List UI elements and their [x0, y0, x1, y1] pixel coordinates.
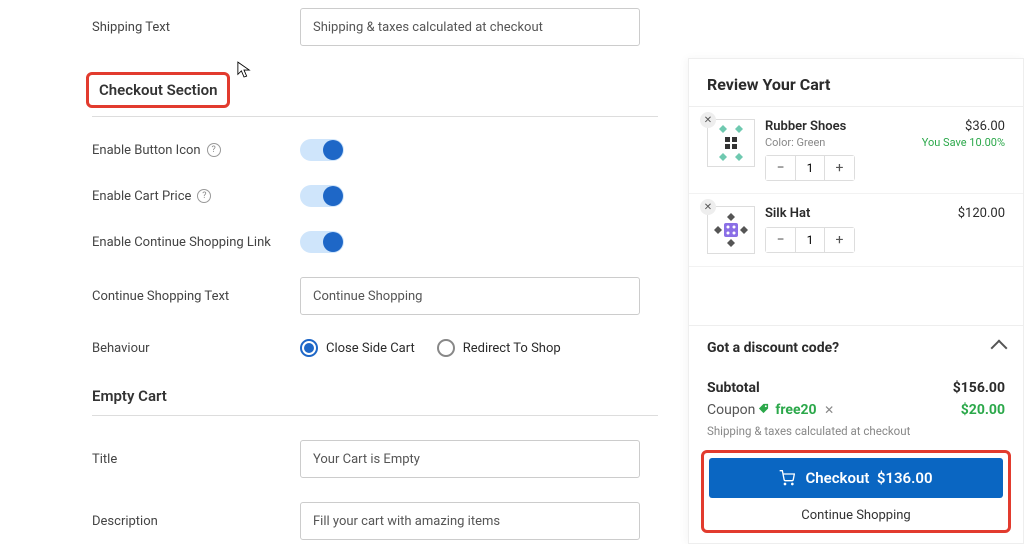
continue-shopping-text-input[interactable]	[300, 277, 640, 315]
enable-cart-price-label: Enable Cart Price ?	[92, 189, 300, 204]
help-icon[interactable]: ?	[207, 143, 221, 157]
shipping-note: Shipping & taxes calculated at checkout	[707, 424, 1005, 438]
empty-desc-label: Description	[92, 514, 300, 529]
item-name: Silk Hat	[765, 206, 925, 221]
chevron-up-icon	[991, 340, 1008, 357]
empty-cart-heading: Empty Cart	[92, 387, 658, 416]
coupon-value: $20.00	[961, 402, 1005, 418]
item-thumb: ✕	[707, 119, 755, 167]
cart-item: ✕ Silk Hat − + $120.00	[689, 194, 1023, 267]
discount-toggle[interactable]: Got a discount code?	[689, 325, 1023, 370]
enable-button-icon-toggle[interactable]	[300, 139, 344, 161]
empty-title-label: Title	[92, 452, 300, 467]
subtotal-label: Subtotal	[707, 380, 760, 396]
coupon-label: Coupon free20 ✕	[707, 402, 834, 418]
cursor-icon	[237, 61, 251, 83]
review-cart-heading: Review Your Cart	[707, 75, 1005, 94]
qty-input[interactable]	[795, 156, 825, 180]
item-meta: Color: Green	[765, 136, 912, 149]
remove-item-icon[interactable]: ✕	[700, 199, 716, 215]
qty-minus-button[interactable]: −	[766, 156, 795, 180]
empty-desc-input[interactable]	[300, 502, 640, 540]
qty-minus-button[interactable]: −	[766, 228, 795, 252]
qty-input[interactable]	[795, 228, 825, 252]
quantity-stepper[interactable]: − +	[765, 227, 855, 253]
behaviour-close-radio[interactable]: Close Side Cart	[300, 339, 415, 357]
item-save: You Save 10.00%	[922, 136, 1005, 149]
remove-item-icon[interactable]: ✕	[700, 112, 716, 128]
enable-button-icon-label: Enable Button Icon ?	[92, 143, 300, 158]
checkout-button[interactable]: Checkout $136.00	[709, 458, 1003, 498]
cart-item: ✕ Rubber Shoes Color: Green − + $36.00 Y…	[689, 107, 1023, 194]
remove-coupon-icon[interactable]: ✕	[824, 403, 834, 417]
continue-shopping-text-label: Continue Shopping Text	[92, 289, 300, 304]
checkout-highlight: Checkout $136.00 Continue Shopping	[701, 450, 1011, 533]
item-price: $36.00	[922, 119, 1005, 134]
help-icon[interactable]: ?	[197, 189, 211, 203]
qty-plus-button[interactable]: +	[825, 156, 854, 180]
checkout-section-heading: Checkout Section	[86, 72, 230, 108]
item-price: $120.00	[935, 206, 1005, 221]
tag-icon	[759, 403, 770, 414]
cart-icon	[779, 470, 795, 486]
item-name: Rubber Shoes	[765, 119, 912, 134]
shipping-text-label: Shipping Text	[92, 20, 300, 35]
behaviour-redirect-radio[interactable]: Redirect To Shop	[437, 339, 561, 357]
continue-shopping-link[interactable]: Continue Shopping	[709, 498, 1003, 525]
item-thumb: ✕	[707, 206, 755, 254]
enable-continue-shopping-label: Enable Continue Shopping Link	[92, 235, 300, 250]
enable-continue-shopping-toggle[interactable]	[300, 231, 344, 253]
quantity-stepper[interactable]: − +	[765, 155, 855, 181]
qty-plus-button[interactable]: +	[825, 228, 854, 252]
empty-title-input[interactable]	[300, 440, 640, 478]
behaviour-label: Behaviour	[92, 341, 300, 356]
enable-cart-price-toggle[interactable]	[300, 185, 344, 207]
shipping-text-input[interactable]	[300, 8, 640, 46]
subtotal-value: $156.00	[953, 380, 1005, 396]
